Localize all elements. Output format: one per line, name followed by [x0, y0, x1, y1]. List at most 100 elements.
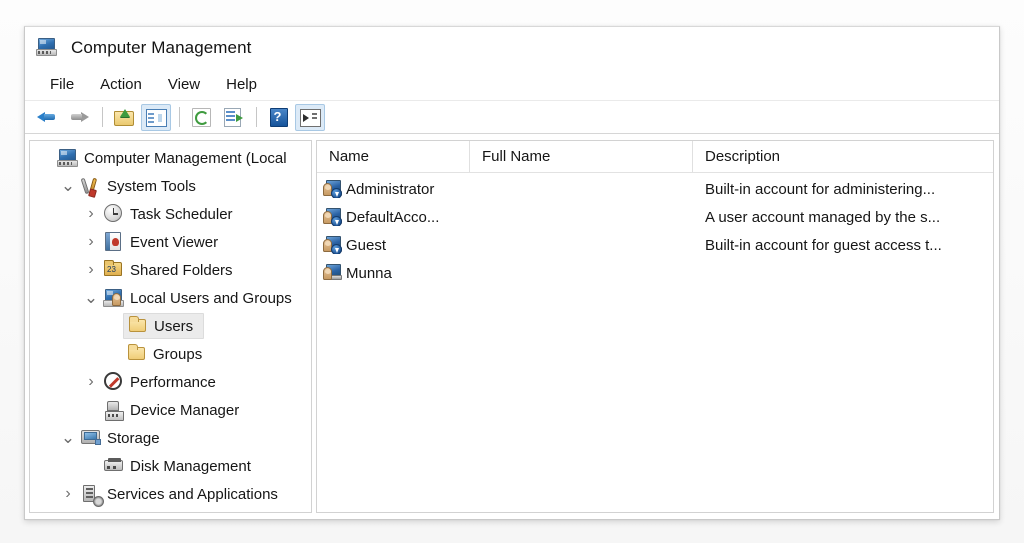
export-list-button[interactable]	[218, 104, 248, 131]
forward-arrow-icon	[69, 109, 89, 126]
tree-item-content: Disk Management	[100, 454, 261, 478]
user-list: Administrator Built-in account for admini…	[317, 173, 993, 512]
toolbar-separator	[102, 107, 103, 127]
show-hide-action-pane-button[interactable]	[295, 103, 325, 131]
cell-name: DefaultAcco...	[317, 208, 470, 226]
tree-item-users[interactable]: Users	[30, 312, 311, 340]
local-users-icon	[103, 288, 125, 308]
computer-icon	[57, 148, 79, 168]
tree-item-local-users-and-groups[interactable]: ⌄ Local Users and Groups	[30, 284, 311, 312]
tree-item-label: Event Viewer	[130, 233, 219, 251]
device-manager-icon	[103, 400, 125, 421]
tree-item-label: Computer Management (Local	[84, 149, 287, 167]
console-tree-pane: Computer Management (Local ⌄ System Tools ›…	[29, 140, 311, 513]
storage-icon	[80, 428, 102, 448]
column-header-name[interactable]: Name	[317, 141, 470, 172]
tree-item-storage[interactable]: ⌄ Storage	[30, 424, 311, 452]
help-icon	[269, 108, 288, 127]
performance-icon	[103, 372, 125, 392]
help-button[interactable]	[263, 104, 293, 131]
system-tools-icon	[80, 176, 102, 196]
column-header-full-name[interactable]: Full Name	[470, 141, 693, 172]
tree-item-content: Event Viewer	[100, 230, 228, 254]
table-row[interactable]: Guest Built-in account for guest access t…	[317, 231, 993, 259]
show-hide-console-tree-button[interactable]	[141, 103, 171, 131]
tree-item-computer-management[interactable]: Computer Management (Local	[30, 144, 311, 172]
chevron-right-icon[interactable]: ›	[82, 261, 100, 279]
folder-icon	[127, 316, 149, 336]
tree-item-content: Storage	[77, 426, 170, 450]
menu-help[interactable]: Help	[213, 74, 270, 96]
chevron-right-icon[interactable]: ›	[82, 233, 100, 251]
computer-management-icon	[36, 37, 60, 59]
tree-item-device-manager[interactable]: Device Manager	[30, 396, 311, 424]
menu-bar: File Action View Help	[25, 69, 999, 101]
computer-management-window: Computer Management File Action View Hel…	[24, 26, 1000, 520]
chevron-right-icon[interactable]: ›	[82, 373, 100, 391]
chevron-right-icon[interactable]: ›	[82, 205, 100, 223]
tree-item-task-scheduler[interactable]: › Task Scheduler	[30, 200, 311, 228]
console-tree: Computer Management (Local ⌄ System Tools ›…	[30, 141, 311, 508]
menu-action[interactable]: Action	[87, 74, 155, 96]
back-button[interactable]	[32, 104, 62, 131]
tree-item-system-tools[interactable]: ⌄ System Tools	[30, 172, 311, 200]
table-row[interactable]: DefaultAcco... A user account managed by …	[317, 203, 993, 231]
tree-item-content: Services and Applications	[77, 482, 288, 507]
toolbar-separator	[179, 107, 180, 127]
tree-item-groups[interactable]: Groups	[30, 340, 311, 368]
tree-item-content: Groups	[123, 342, 212, 366]
tree-item-content: System Tools	[77, 174, 206, 198]
user-disabled-icon	[323, 208, 343, 226]
action-pane-icon	[300, 108, 321, 127]
tree-item-label: Task Scheduler	[130, 205, 233, 223]
tree-item-label: System Tools	[107, 177, 196, 195]
clock-icon	[103, 204, 125, 224]
cell-name: Munna	[317, 264, 470, 282]
tree-item-performance[interactable]: › Performance	[30, 368, 311, 396]
cell-description: Built-in account for administering...	[705, 180, 936, 198]
up-one-level-button[interactable]	[109, 104, 139, 131]
table-row[interactable]: Administrator Built-in account for admini…	[317, 175, 993, 203]
user-name-label: DefaultAcco...	[346, 208, 440, 226]
user-name-label: Guest	[346, 236, 387, 254]
column-header-description[interactable]: Description	[693, 141, 993, 172]
screenshot-root: Computer Management File Action View Hel…	[0, 0, 1024, 543]
export-list-icon	[223, 108, 243, 127]
toolbar-separator	[256, 107, 257, 127]
window-title: Computer Management	[71, 38, 252, 57]
tree-item-disk-management[interactable]: Disk Management	[30, 452, 311, 480]
refresh-button[interactable]	[186, 104, 216, 131]
list-pane: Name Full Name Description Administrator…	[317, 140, 994, 513]
chevron-down-icon[interactable]: ⌄	[59, 177, 77, 194]
folder-icon	[126, 344, 148, 364]
tree-item-content: Users	[123, 313, 205, 339]
menu-file[interactable]: File	[37, 74, 87, 96]
tree-item-services-and-applications[interactable]: › Services and Applications	[30, 480, 311, 508]
user-disabled-icon	[323, 180, 343, 198]
services-icon	[80, 484, 104, 507]
tree-item-shared-folders[interactable]: › Shared Folders	[30, 256, 311, 284]
tree-item-label: Local Users and Groups	[130, 289, 292, 307]
chevron-down-icon[interactable]: ⌄	[82, 289, 100, 306]
up-folder-icon	[114, 108, 134, 126]
tree-item-event-viewer[interactable]: › Event Viewer	[30, 228, 311, 256]
user-name-label: Munna	[346, 264, 392, 282]
chevron-down-icon[interactable]: ⌄	[59, 429, 77, 446]
table-row[interactable]: Munna	[317, 259, 993, 287]
tree-item-label: Device Manager	[130, 401, 240, 419]
menu-view[interactable]: View	[155, 74, 213, 96]
user-disabled-icon	[323, 236, 343, 254]
forward-button[interactable]	[64, 104, 94, 131]
refresh-icon	[191, 108, 211, 127]
shared-folders-icon	[103, 260, 125, 280]
toolbar	[25, 101, 999, 134]
tree-item-label: Services and Applications	[107, 485, 278, 503]
tree-item-content: Shared Folders	[100, 258, 243, 282]
content-area: Computer Management (Local ⌄ System Tools ›…	[25, 134, 999, 519]
cell-name: Guest	[317, 236, 470, 254]
chevron-right-icon[interactable]: ›	[59, 485, 77, 503]
tree-item-content: Task Scheduler	[100, 202, 243, 226]
tree-item-label: Shared Folders	[130, 261, 233, 279]
user-name-label: Administrator	[346, 180, 435, 198]
tree-item-label: Performance	[130, 373, 216, 391]
